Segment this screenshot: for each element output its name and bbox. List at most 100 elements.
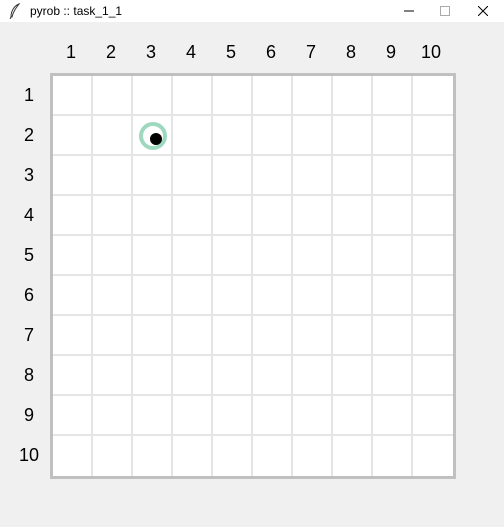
column-label: 9 (385, 42, 396, 62)
grid-cell (173, 316, 213, 356)
grid-cell (213, 276, 253, 316)
grid-cell (173, 356, 213, 396)
grid-cell (53, 236, 93, 276)
grid-cell (133, 396, 173, 436)
close-button[interactable] (466, 0, 500, 22)
grid-cell (413, 196, 453, 236)
app-window: pyrob :: task_1_1 1 2 3 4 5 6 7 8 9 10 1234567891… (0, 0, 504, 527)
grid-cell (253, 196, 293, 236)
grid-cell (213, 116, 253, 156)
grid-cell (213, 316, 253, 356)
grid-cell (133, 76, 173, 116)
grid-cell (53, 436, 93, 476)
grid-cell (413, 436, 453, 476)
column-label: 2 (105, 42, 116, 62)
title-bar[interactable]: pyrob :: task_1_1 (0, 0, 504, 22)
grid-cell (413, 396, 453, 436)
grid-cell (413, 76, 453, 116)
grid-cell (173, 116, 213, 156)
row-label: 1 (23, 85, 34, 105)
row-label: 3 (23, 165, 34, 185)
grid-cell (293, 76, 333, 116)
grid-cell (53, 156, 93, 196)
grid-cell (413, 316, 453, 356)
grid-cell (253, 316, 293, 356)
grid-cell (333, 276, 373, 316)
grid-cell (133, 196, 173, 236)
grid-cell (133, 316, 173, 356)
grid-cell (373, 276, 413, 316)
column-label: 3 (145, 42, 156, 62)
grid-cell (253, 116, 293, 156)
grid-cell (53, 276, 93, 316)
grid-board (50, 73, 456, 479)
grid-cell (93, 316, 133, 356)
grid-cell (93, 156, 133, 196)
grid-cell (253, 396, 293, 436)
row-label: 6 (23, 285, 34, 305)
row-label: 5 (23, 245, 34, 265)
column-label: 8 (345, 42, 356, 62)
grid-cell (293, 356, 333, 396)
grid-cell (173, 396, 213, 436)
grid-cell (53, 116, 93, 156)
grid-cell (333, 116, 373, 156)
grid-cell (373, 156, 413, 196)
grid-cell (293, 196, 333, 236)
grid-cell (293, 396, 333, 436)
grid-cell (173, 156, 213, 196)
grid-cell (293, 436, 333, 476)
grid-cell (413, 116, 453, 156)
grid-cell (93, 196, 133, 236)
grid-cell (333, 316, 373, 356)
robot-marker (139, 122, 167, 150)
grid-cell (293, 236, 333, 276)
maximize-button[interactable] (428, 0, 462, 22)
grid-cell (253, 236, 293, 276)
grid-cell (213, 236, 253, 276)
grid-cell (413, 156, 453, 196)
grid-cell (93, 356, 133, 396)
robot-dot (150, 133, 162, 145)
column-label: 4 (185, 42, 196, 62)
grid-cell (293, 116, 333, 156)
grid-cell (373, 396, 413, 436)
grid-cell (373, 76, 413, 116)
minimize-button[interactable] (392, 0, 426, 22)
row-label: 8 (23, 365, 34, 385)
grid-cell (333, 76, 373, 116)
grid-cell (413, 236, 453, 276)
grid-cell (173, 76, 213, 116)
window-title: pyrob :: task_1_1 (30, 4, 123, 18)
grid-cell (213, 436, 253, 476)
grid-cell (53, 76, 93, 116)
grid-cell (373, 116, 413, 156)
grid-cell (293, 276, 333, 316)
grid-cell (373, 236, 413, 276)
grid-cell (333, 356, 373, 396)
row-label: 10 (18, 445, 40, 465)
grid-cell (53, 196, 93, 236)
grid-cell (333, 156, 373, 196)
grid-cell (413, 276, 453, 316)
grid-cell (53, 396, 93, 436)
grid-cell (133, 436, 173, 476)
grid-cell (373, 436, 413, 476)
maximize-icon (440, 6, 450, 16)
grid-cell (373, 316, 413, 356)
grid-cell (133, 276, 173, 316)
grid-cell (93, 116, 133, 156)
grid-cell (253, 156, 293, 196)
grid-cell (373, 356, 413, 396)
grid-cell (413, 356, 453, 396)
grid-cell (253, 436, 293, 476)
grid-cell (93, 436, 133, 476)
grid-cell (213, 356, 253, 396)
grid-cell (213, 76, 253, 116)
grid-cell (93, 236, 133, 276)
column-label: 6 (265, 42, 276, 62)
grid-cell (93, 396, 133, 436)
column-label: 10 (420, 42, 442, 62)
close-icon (478, 6, 488, 16)
grid-cell (133, 356, 173, 396)
